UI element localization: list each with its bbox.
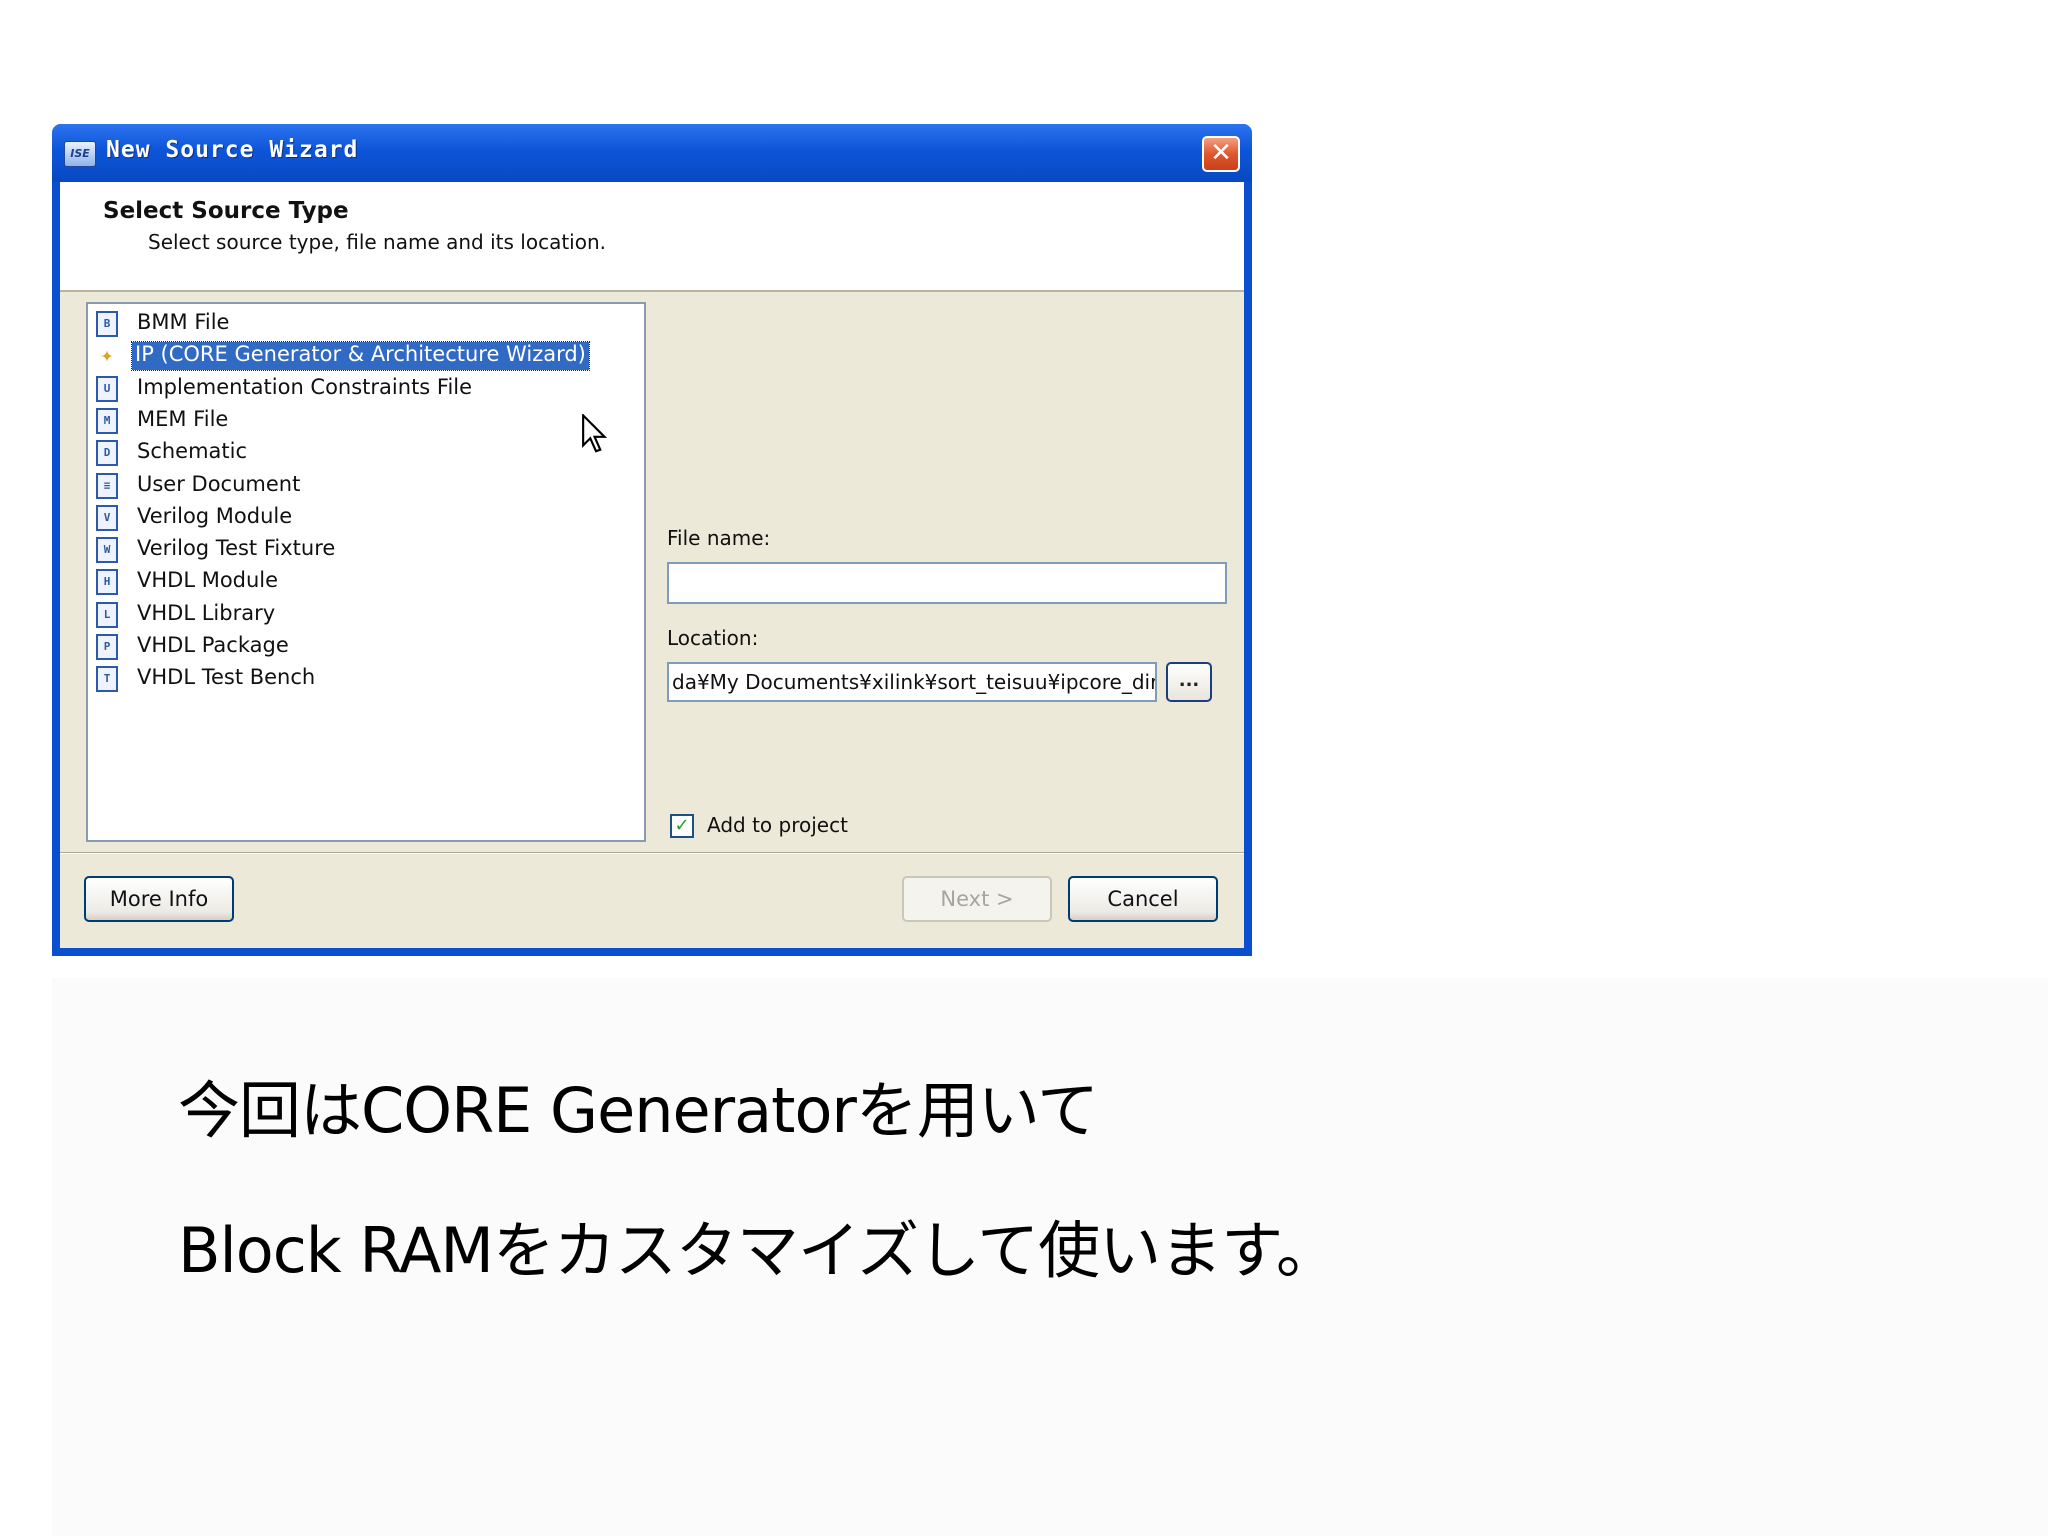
file-name-label: File name:: [667, 526, 771, 550]
list-item-label: User Document: [137, 471, 301, 496]
list-item-label: VHDL Package: [137, 633, 289, 657]
list-item[interactable]: ✦ IP (CORE Generator & Architecture Wizar…: [96, 341, 636, 372]
list-item[interactable]: U Implementation Constraints File: [96, 375, 636, 405]
source-type-list[interactable]: B BMM File ✦ IP (CORE Generator & Architect…: [86, 302, 646, 842]
vhdl-package-icon: P: [96, 634, 118, 660]
browse-button[interactable]: ...: [1166, 662, 1212, 702]
list-item-label: Verilog Test Fixture: [137, 536, 336, 561]
list-item-label: VHDL Test Bench: [137, 665, 316, 690]
list-item[interactable]: D Schematic: [96, 439, 636, 469]
list-item[interactable]: L VHDL Library: [96, 601, 636, 631]
list-item[interactable]: T VHDL Test Bench: [96, 665, 636, 695]
bmm-file-icon: B: [96, 311, 118, 337]
list-item-label: VHDL Module: [137, 568, 279, 593]
more-info-button[interactable]: More Info: [84, 876, 234, 922]
add-to-project-checkbox[interactable]: ✓: [670, 814, 694, 838]
caption-line-2: Block RAMをカスタマイズして使います。: [178, 1214, 1338, 1287]
close-button[interactable]: ✕: [1202, 136, 1240, 172]
page-subtitle: Select source type, file name and its lo…: [148, 230, 606, 254]
mem-file-icon: M: [96, 407, 118, 434]
ise-app-icon: ISE: [64, 141, 96, 167]
list-item-label: VHDL Library: [137, 600, 276, 625]
list-item[interactable]: H VHDL Module: [96, 568, 636, 598]
wizard-header: Select Source Type Select source type, f…: [60, 182, 1244, 292]
list-item-label: Implementation Constraints File: [137, 374, 473, 399]
constraints-file-icon: U: [96, 375, 118, 402]
title-bar[interactable]: ISE New Source Wizard ✕: [52, 124, 1252, 182]
list-item[interactable]: M MEM File: [96, 407, 636, 437]
list-item-label: BMM File: [137, 310, 230, 334]
vhdl-library-icon: L: [96, 601, 118, 628]
window-title: New Source Wizard: [106, 137, 359, 163]
list-item[interactable]: B BMM File: [96, 310, 636, 340]
list-item-label: Verilog Module: [137, 503, 293, 528]
list-item-label: MEM File: [137, 406, 229, 431]
list-item-label: IP (CORE Generator & Architecture Wizard…: [131, 341, 590, 372]
cancel-button[interactable]: Cancel: [1068, 876, 1218, 922]
schematic-icon: D: [96, 440, 118, 467]
page-title: Select Source Type: [103, 198, 349, 224]
location-input[interactable]: da¥My Documents¥xilink¥sort_teisuu¥ipcor…: [667, 662, 1157, 702]
mouse-cursor-icon: [582, 414, 608, 453]
footer-divider: [60, 852, 1244, 854]
list-item-label: Schematic: [137, 439, 248, 464]
verilog-test-fixture-icon: W: [96, 537, 118, 564]
list-item[interactable]: P VHDL Package: [96, 633, 636, 663]
vhdl-module-icon: H: [96, 569, 118, 596]
location-label: Location:: [667, 626, 759, 650]
document-icon: ≡: [96, 472, 118, 499]
add-to-project-label[interactable]: Add to project: [707, 813, 848, 837]
ip-core-icon: ✦: [100, 343, 114, 369]
dialog-body: Select Source Type Select source type, f…: [60, 182, 1244, 948]
verilog-module-icon: V: [96, 504, 118, 531]
list-item[interactable]: ≡ User Document: [96, 472, 636, 502]
caption-line-1: 今回はCORE Generatorを用いて: [178, 1074, 1099, 1147]
next-button[interactable]: Next >: [902, 876, 1052, 922]
list-item[interactable]: W Verilog Test Fixture: [96, 536, 636, 566]
new-source-wizard-dialog: ISE New Source Wizard ✕ Select Source Ty…: [52, 124, 1252, 956]
list-item[interactable]: V Verilog Module: [96, 504, 636, 534]
file-name-input[interactable]: [667, 562, 1227, 604]
vhdl-test-bench-icon: T: [96, 666, 118, 693]
